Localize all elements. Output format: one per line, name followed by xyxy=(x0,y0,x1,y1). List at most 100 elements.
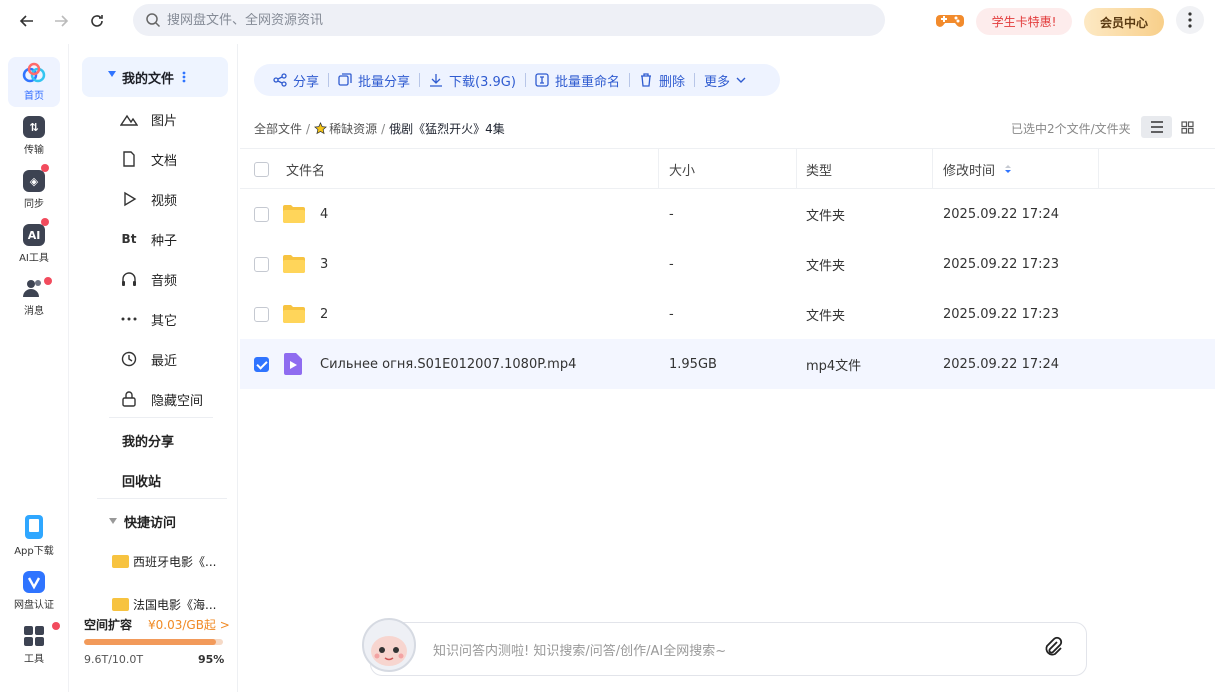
share-icon xyxy=(273,73,287,87)
grid-view-button[interactable] xyxy=(1172,116,1203,138)
storage-percent: 95% xyxy=(198,653,225,666)
sort-icon[interactable] xyxy=(1004,164,1012,174)
star-icon xyxy=(314,122,328,135)
table-row[interactable]: 2 - 文件夹 2025.09.22 17:23 xyxy=(240,289,1215,339)
chevron-down-icon xyxy=(736,77,746,83)
gamepad-icon[interactable] xyxy=(936,9,964,31)
quick-item-french-movie[interactable]: 法国电影《海... xyxy=(112,594,216,614)
bt-icon: Bt xyxy=(121,232,137,246)
download-button[interactable]: 下载(3.9G) xyxy=(420,64,525,96)
batch-rename-button[interactable]: 批量重命名 xyxy=(526,64,629,96)
back-button[interactable] xyxy=(14,8,40,34)
sidebar-item-images[interactable]: 图片 xyxy=(120,99,177,139)
sidebar-quick-access[interactable]: 快捷访问 xyxy=(109,501,176,541)
rail-tools[interactable]: 工具 xyxy=(8,620,60,670)
breadcrumb-all-files[interactable]: 全部文件 xyxy=(254,120,302,137)
sidebar-item-recent[interactable]: 最近 xyxy=(121,339,177,379)
column-header-name[interactable]: 文件名 xyxy=(286,149,325,189)
sidebar-item-audio[interactable]: 音频 xyxy=(121,259,177,299)
rail-home-label: 首页 xyxy=(24,91,44,102)
ai-icon: AI xyxy=(23,218,49,246)
rail-app-download[interactable]: App下载 xyxy=(8,511,60,561)
lock-icon xyxy=(122,391,136,407)
column-header-type[interactable]: 类型 xyxy=(806,149,832,189)
grid-icon xyxy=(1181,120,1194,134)
file-name[interactable]: 4 xyxy=(320,189,328,239)
file-name[interactable]: Сильнее огня.S01E012007.1080P.mp4 xyxy=(320,339,576,389)
batch-rename-label: 批量重命名 xyxy=(554,74,620,90)
sidebar-my-share[interactable]: 我的分享 xyxy=(122,420,174,460)
search-icon xyxy=(146,13,161,28)
student-card-badge[interactable]: 学生卡特惠! xyxy=(976,8,1072,35)
action-toolbar: 分享 批量分享 下载(3.9G) 批量重命名 删除 更多 xyxy=(254,64,780,96)
more-menu-button[interactable] xyxy=(1176,6,1204,34)
ai-assistant-avatar-icon[interactable] xyxy=(356,615,422,677)
storage-price[interactable]: ¥0.03/GB起 > xyxy=(148,616,230,633)
sidebar-item-other[interactable]: 其它 xyxy=(121,299,177,339)
storage-expand-label[interactable]: 空间扩容 xyxy=(84,616,132,633)
rail-app-label: App下载 xyxy=(14,546,54,557)
folder-icon xyxy=(283,205,305,223)
table-row[interactable]: 3 - 文件夹 2025.09.22 17:23 xyxy=(240,239,1215,289)
attachment-icon[interactable] xyxy=(1042,636,1064,658)
notification-dot xyxy=(41,164,49,172)
column-separator xyxy=(932,149,933,189)
more-actions-button[interactable]: 更多 xyxy=(695,64,755,96)
document-icon xyxy=(123,151,135,167)
share-label: 分享 xyxy=(293,74,320,90)
top-bar: 学生卡特惠! 会员中心 xyxy=(0,0,1215,44)
quick-item-spanish-movie[interactable]: 西班牙电影《... xyxy=(112,551,216,571)
list-view-button[interactable] xyxy=(1141,116,1172,138)
search-input[interactable] xyxy=(167,12,767,28)
file-modified: 2025.09.22 17:23 xyxy=(943,306,1060,322)
rail-ai-tools[interactable]: AI AI工具 xyxy=(8,218,60,269)
delete-button[interactable]: 删除 xyxy=(630,64,694,96)
breadcrumb-separator: / xyxy=(381,121,386,136)
table-row[interactable]: Сильнее огня.S01E012007.1080P.mp4 1.95GB… xyxy=(240,339,1215,389)
file-name[interactable]: 2 xyxy=(320,289,328,339)
file-type: mp4文件 xyxy=(806,358,862,374)
download-label: 下载(3.9G) xyxy=(449,74,516,90)
file-type: 文件夹 xyxy=(806,258,846,274)
vip-center-button[interactable]: 会员中心 xyxy=(1084,8,1164,36)
ai-search-bar[interactable]: 知识问答内测啦! 知识搜索/问答/创作/AI全网搜索~ xyxy=(370,622,1087,676)
sidebar-item-video[interactable]: 视频 xyxy=(121,179,177,219)
vertical-dots-icon[interactable] xyxy=(182,71,186,83)
batch-share-button[interactable]: 批量分享 xyxy=(329,64,419,96)
file-type: 文件夹 xyxy=(806,308,846,324)
column-header-modified[interactable]: 修改时间 xyxy=(943,149,1012,189)
column-header-size[interactable]: 大小 xyxy=(669,149,695,189)
cloud-home-icon xyxy=(22,62,46,83)
clock-icon xyxy=(121,351,137,367)
rail-message[interactable]: 消息 xyxy=(8,272,60,322)
folder-icon xyxy=(283,305,305,323)
refresh-button[interactable] xyxy=(84,8,110,34)
select-all-checkbox[interactable] xyxy=(254,161,269,177)
people-icon xyxy=(23,280,41,297)
file-name[interactable]: 3 xyxy=(320,239,328,289)
search-bar[interactable] xyxy=(133,4,885,36)
breadcrumb-current: 俄剧《猛烈开火》4集 xyxy=(389,122,505,136)
sidebar-item-docs[interactable]: 文档 xyxy=(121,139,177,179)
rail-home[interactable]: 首页 xyxy=(8,57,60,107)
vertical-dots-icon xyxy=(1188,12,1192,28)
my-files-header[interactable]: 我的文件 xyxy=(82,57,228,97)
rename-icon xyxy=(535,73,549,87)
forward-button[interactable] xyxy=(48,8,74,34)
sidebar-recycle-bin[interactable]: 回收站 xyxy=(122,460,161,500)
batch-share-label: 批量分享 xyxy=(358,74,411,90)
video-file-icon xyxy=(284,353,302,375)
table-row[interactable]: 4 - 文件夹 2025.09.22 17:24 xyxy=(240,189,1215,239)
sidebar-item-torrent[interactable]: Bt 种子 xyxy=(121,219,177,259)
rail-verify[interactable]: 网盘认证 xyxy=(8,566,60,616)
view-toggle xyxy=(1141,116,1203,138)
share-button[interactable]: 分享 xyxy=(264,64,328,96)
list-icon xyxy=(1150,121,1163,133)
download-icon xyxy=(430,74,443,87)
rail-sync[interactable]: ◈ 同步 xyxy=(8,164,60,215)
sidebar-item-hidden-space[interactable]: 隐藏空间 xyxy=(121,379,203,419)
more-dots-icon xyxy=(121,317,137,321)
breadcrumb-rare-resources[interactable]: 稀缺资源 xyxy=(329,120,377,137)
rail-verify-label: 网盘认证 xyxy=(14,600,54,611)
rail-transfer[interactable]: ⇅ 传输 xyxy=(8,111,60,161)
